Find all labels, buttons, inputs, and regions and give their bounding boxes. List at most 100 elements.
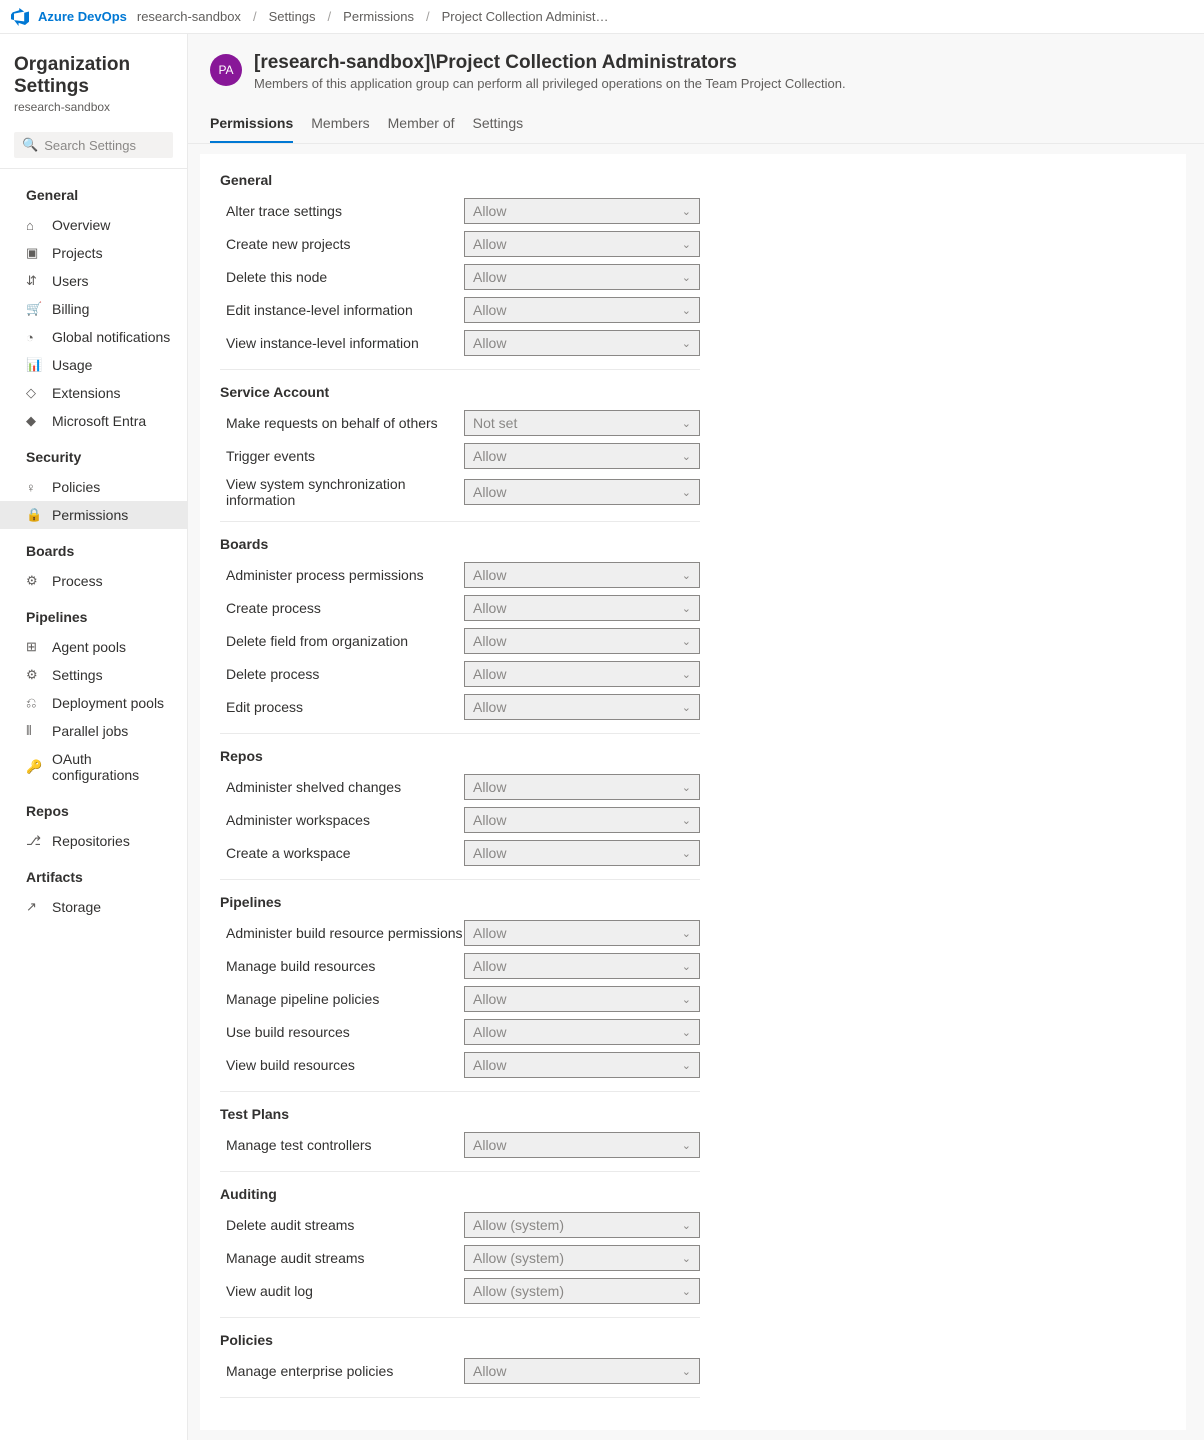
search-input[interactable] bbox=[44, 138, 165, 153]
chevron-down-icon: ⌄ bbox=[682, 701, 691, 714]
perm-section: GeneralAlter trace settingsAllow⌄Create … bbox=[220, 172, 700, 370]
crumb-org[interactable]: research-sandbox bbox=[137, 9, 241, 24]
nav-item-storage[interactable]: ↗Storage bbox=[0, 893, 187, 921]
perm-value-dropdown[interactable]: Allow⌄ bbox=[464, 562, 700, 588]
perm-value-dropdown[interactable]: Allow⌄ bbox=[464, 920, 700, 946]
chevron-down-icon: ⌄ bbox=[682, 205, 691, 218]
perm-row: Administer process permissionsAllow⌄ bbox=[220, 562, 700, 588]
nav-item-agent-pools[interactable]: ⊞Agent pools bbox=[0, 633, 187, 661]
perm-row: Create a workspaceAllow⌄ bbox=[220, 840, 700, 866]
chevron-down-icon: ⌄ bbox=[682, 337, 691, 350]
nav-item-deployment-pools[interactable]: ⎌Deployment pools bbox=[0, 689, 187, 717]
perm-row: Administer shelved changesAllow⌄ bbox=[220, 774, 700, 800]
nav-item-extensions[interactable]: ◇Extensions bbox=[0, 379, 187, 407]
nav-item-microsoft-entra[interactable]: ◆Microsoft Entra bbox=[0, 407, 187, 435]
azure-devops-logo-icon[interactable] bbox=[10, 7, 30, 27]
nav-item-parallel-jobs[interactable]: ⦀Parallel jobs bbox=[0, 717, 187, 745]
perm-label: Create a workspace bbox=[226, 845, 464, 861]
nav-section-title: Artifacts bbox=[0, 855, 187, 893]
perm-value-dropdown[interactable]: Allow⌄ bbox=[464, 953, 700, 979]
perm-value-dropdown[interactable]: Allow ⌄ bbox=[464, 774, 700, 800]
perm-value-dropdown[interactable]: Allow⌄ bbox=[464, 479, 700, 505]
tab-permissions[interactable]: Permissions bbox=[210, 107, 293, 143]
perm-value-dropdown[interactable]: Allow (system)⌄ bbox=[464, 1212, 700, 1238]
perm-value-dropdown[interactable]: Allow⌄ bbox=[464, 1358, 700, 1384]
perm-value-dropdown[interactable]: Allow⌄ bbox=[464, 840, 700, 866]
perm-value: Allow bbox=[473, 302, 506, 318]
perm-value-dropdown[interactable]: Allow (system)⌄ bbox=[464, 1278, 700, 1304]
perm-value-dropdown[interactable]: Allow⌄ bbox=[464, 1019, 700, 1045]
perm-value-dropdown[interactable]: Allow⌄ bbox=[464, 1132, 700, 1158]
nav-item-label: Microsoft Entra bbox=[52, 413, 146, 429]
chevron-down-icon: ⌄ bbox=[682, 781, 691, 794]
perm-row: Manage audit streamsAllow (system)⌄ bbox=[220, 1245, 700, 1271]
chevron-down-icon: ⌄ bbox=[682, 486, 691, 499]
nav-item-permissions[interactable]: 🔒Permissions bbox=[0, 501, 187, 529]
perm-value-dropdown[interactable]: Allow⌄ bbox=[464, 595, 700, 621]
perm-value: Allow bbox=[473, 633, 506, 649]
nav-item-oauth-configurations[interactable]: 🔑OAuth configurations bbox=[0, 745, 187, 789]
perm-section-title: Repos bbox=[220, 748, 700, 764]
tab-members[interactable]: Members bbox=[311, 107, 369, 143]
nav-item-users[interactable]: ⇵Users bbox=[0, 267, 187, 295]
nav-item-label: Overview bbox=[52, 217, 110, 233]
nav-item-policies[interactable]: ♀Policies bbox=[0, 473, 187, 501]
chevron-down-icon: ⌄ bbox=[682, 993, 691, 1006]
perm-label: Manage enterprise policies bbox=[226, 1363, 464, 1379]
perm-value-dropdown[interactable]: Allow⌄ bbox=[464, 661, 700, 687]
brand-link[interactable]: Azure DevOps bbox=[38, 9, 127, 24]
perm-value-dropdown[interactable]: Allow⌄ bbox=[464, 297, 700, 323]
perm-section-title: Service Account bbox=[220, 384, 700, 400]
tab-member-of[interactable]: Member of bbox=[388, 107, 455, 143]
nav-item-process[interactable]: ⚙Process bbox=[0, 567, 187, 595]
perm-value-dropdown[interactable]: Allow⌄ bbox=[464, 264, 700, 290]
nav-item-label: OAuth configurations bbox=[52, 751, 173, 783]
perm-value-dropdown[interactable]: Allow⌄ bbox=[464, 807, 700, 833]
perm-row: Manage build resourcesAllow⌄ bbox=[220, 953, 700, 979]
nav-item-usage[interactable]: 📊Usage bbox=[0, 351, 187, 379]
perm-value: Not set bbox=[473, 415, 517, 431]
search-settings-box[interactable]: 🔍 bbox=[14, 132, 173, 158]
chevron-down-icon: ⌄ bbox=[682, 1059, 691, 1072]
chevron-down-icon: ⌄ bbox=[682, 1285, 691, 1298]
perm-value-dropdown[interactable]: Allow (system)⌄ bbox=[464, 1245, 700, 1271]
perm-value-dropdown[interactable]: Allow⌄ bbox=[464, 330, 700, 356]
nav-item-settings[interactable]: ⚙Settings bbox=[0, 661, 187, 689]
content-area: PA [research-sandbox]\Project Collection… bbox=[188, 34, 1204, 1440]
perm-label: Delete process bbox=[226, 666, 464, 682]
perm-value: Allow bbox=[473, 779, 506, 795]
perm-section-title: Auditing bbox=[220, 1186, 700, 1202]
perm-value-dropdown[interactable]: Allow⌄ bbox=[464, 198, 700, 224]
perm-value-dropdown[interactable]: Allow⌄ bbox=[464, 694, 700, 720]
chevron-down-icon: ⌄ bbox=[682, 417, 691, 430]
perm-value-dropdown[interactable]: Not set ⌄ bbox=[464, 410, 700, 436]
crumb-group[interactable]: Project Collection Administ… bbox=[442, 9, 609, 24]
nav-section-title: Boards bbox=[0, 529, 187, 567]
nav-item-repositories[interactable]: ⎇Repositories bbox=[0, 827, 187, 855]
perm-label: Manage pipeline policies bbox=[226, 991, 464, 1007]
nav-item-billing[interactable]: 🛒Billing bbox=[0, 295, 187, 323]
perm-row: Manage enterprise policiesAllow⌄ bbox=[220, 1358, 700, 1384]
nav-item-label: Parallel jobs bbox=[52, 723, 128, 739]
tab-settings[interactable]: Settings bbox=[473, 107, 524, 143]
perm-value-dropdown[interactable]: Allow⌄ bbox=[464, 231, 700, 257]
perm-section-title: Test Plans bbox=[220, 1106, 700, 1122]
perm-label: Edit process bbox=[226, 699, 464, 715]
nav-item-overview[interactable]: ⌂Overview bbox=[0, 211, 187, 239]
perm-value: Allow bbox=[473, 269, 506, 285]
nav-item-projects[interactable]: ▣Projects bbox=[0, 239, 187, 267]
perm-value-dropdown[interactable]: Allow⌄ bbox=[464, 443, 700, 469]
perm-value: Allow bbox=[473, 600, 506, 616]
crumb-settings[interactable]: Settings bbox=[269, 9, 316, 24]
perm-value-dropdown[interactable]: Allow⌄ bbox=[464, 628, 700, 654]
group-avatar: PA bbox=[210, 54, 242, 86]
perm-label: Alter trace settings bbox=[226, 203, 464, 219]
perm-value-dropdown[interactable]: Allow⌄ bbox=[464, 1052, 700, 1078]
nav-item-global-notifications[interactable]: ◔Global notifications bbox=[0, 323, 187, 351]
chevron-down-icon: ⌄ bbox=[682, 847, 691, 860]
perm-value-dropdown[interactable]: Allow⌄ bbox=[464, 986, 700, 1012]
crumb-permissions[interactable]: Permissions bbox=[343, 9, 414, 24]
chevron-down-icon: ⌄ bbox=[682, 1219, 691, 1232]
perm-row: View instance-level informationAllow⌄ bbox=[220, 330, 700, 356]
perm-section: AuditingDelete audit streamsAllow (syste… bbox=[220, 1186, 700, 1318]
